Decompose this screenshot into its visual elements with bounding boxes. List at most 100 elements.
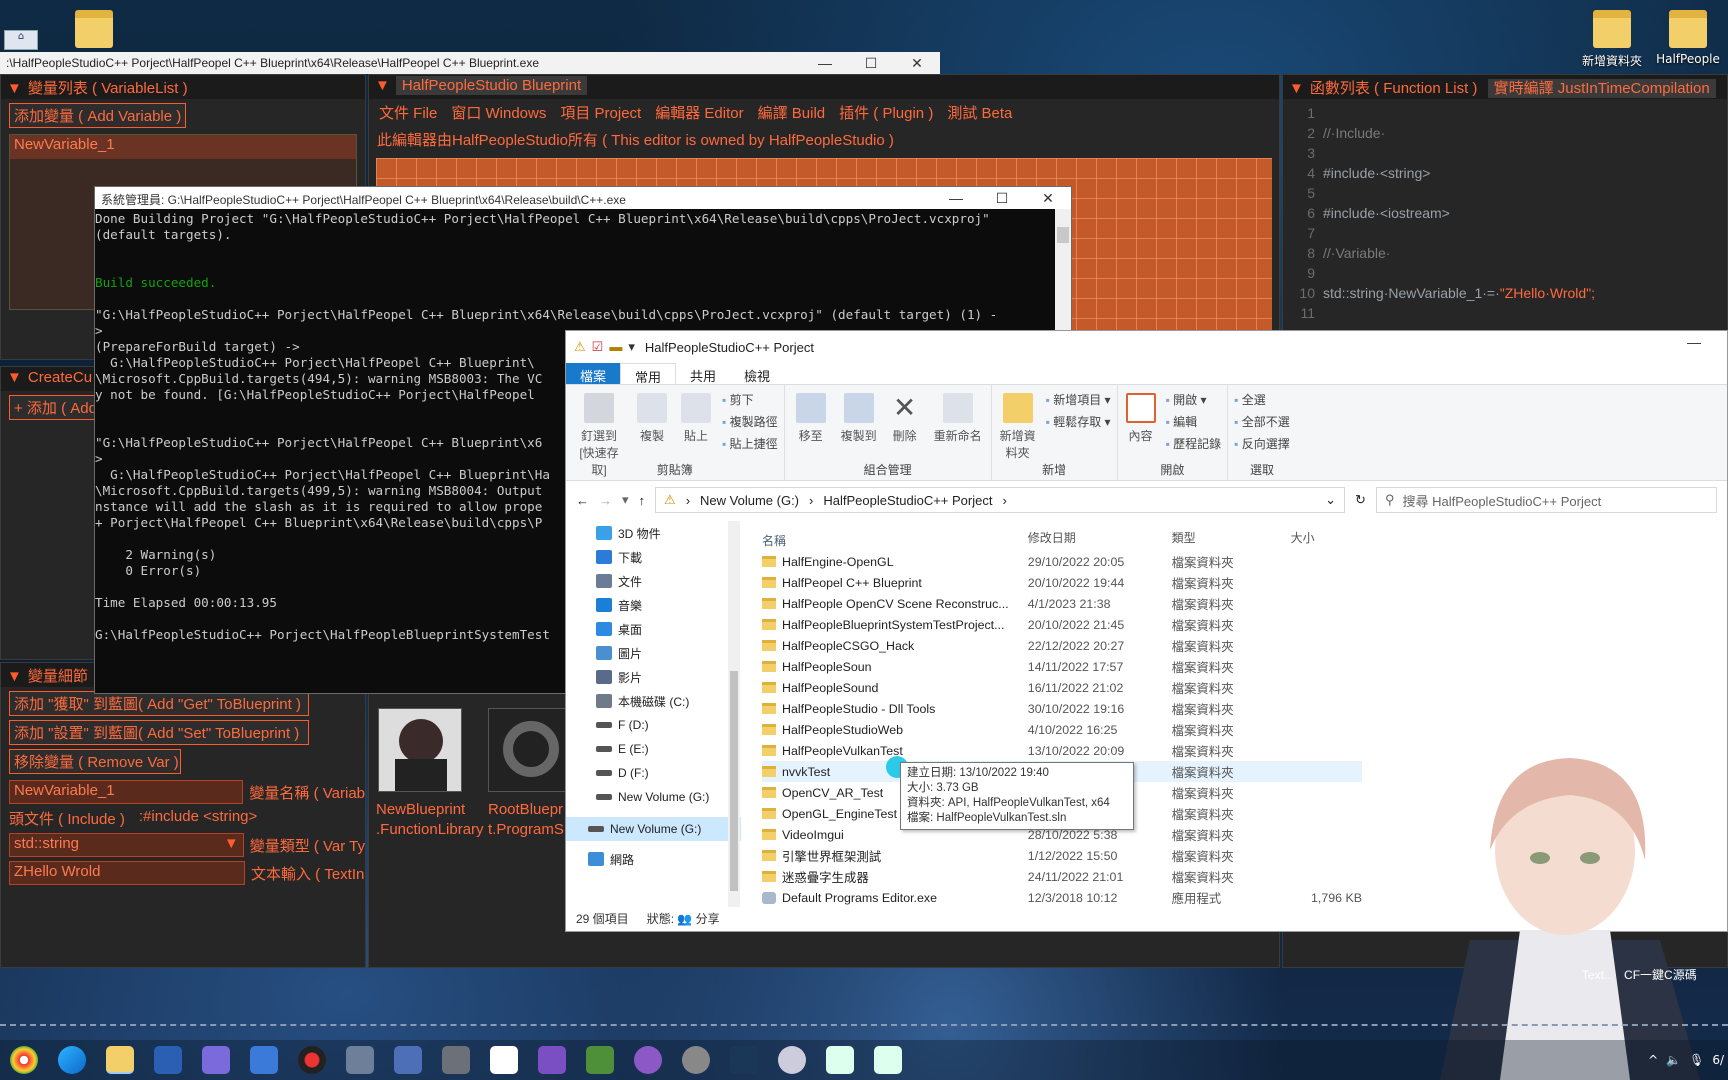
variable-name-input[interactable]: NewVariable_1 [9, 780, 244, 804]
folder-icon[interactable]: ▬ [609, 339, 622, 355]
nav-item[interactable]: 桌面 [566, 617, 741, 641]
asset-thumbnail-program[interactable] [488, 708, 572, 792]
steam-icon[interactable] [730, 1046, 758, 1074]
nav-item[interactable]: 文件 [566, 569, 741, 593]
menu-build[interactable]: 編譯 Build [758, 102, 826, 123]
menu-editor[interactable]: 編輯器 Editor [655, 102, 743, 123]
close-icon[interactable]: ✕ [894, 52, 940, 74]
chevron-up-icon[interactable]: ^ [1648, 1053, 1658, 1067]
game-icon[interactable] [634, 1046, 662, 1074]
copy-button[interactable]: 複製 [634, 389, 670, 462]
maximize-icon[interactable]: ☐ [1717, 331, 1728, 363]
menu-beta[interactable]: 測試 Beta [947, 102, 1012, 123]
maximize-icon[interactable]: ☐ [979, 187, 1025, 209]
explorer-titlebar[interactable]: ⚠ ☑ ▬ ▾ HalfPeopleStudioC++ Porject — ☐ [566, 331, 1727, 363]
add-set-button[interactable]: 添加 "設置" 到藍圖( Add "Set" ToBlueprint ) [9, 720, 309, 745]
file-explorer-icon[interactable] [106, 1046, 134, 1074]
chevron-down-icon[interactable]: ⌄ [1325, 492, 1336, 508]
close-icon[interactable]: ✕ [1025, 187, 1071, 209]
menu-project[interactable]: 項目 Project [560, 102, 641, 123]
column-header-size[interactable]: 大小 [1283, 529, 1362, 551]
pin-button[interactable]: 釘選到 [快速存取] [572, 389, 626, 477]
collapse-arrow-icon[interactable]: ▼ [375, 77, 390, 94]
minimize-icon[interactable]: — [933, 187, 979, 209]
recent-chevron-icon[interactable]: ▾ [622, 492, 629, 508]
tab-file[interactable]: 檔案 [566, 363, 621, 384]
refresh-icon[interactable]: ↻ [1355, 492, 1366, 508]
collapse-arrow-icon[interactable]: ▼ [7, 668, 22, 685]
minecraft-icon[interactable] [586, 1046, 614, 1074]
nav-item[interactable]: 3D 物件 [566, 521, 741, 545]
file-row[interactable]: HalfPeopleStudioWeb 4/10/2022 16:25 檔案資料夾 [762, 719, 1362, 740]
nav-item[interactable]: D (F:) [566, 761, 741, 785]
desktop-icon-halfpeople[interactable]: HalfPeople [1640, 4, 1728, 66]
code-line[interactable]: 6 #include·<iostream> [1283, 205, 1727, 225]
visual-studio-icon[interactable] [538, 1046, 566, 1074]
asset-thumbnail-character[interactable] [378, 708, 462, 792]
remove-variable-button[interactable]: 移除變量 ( Remove Var ) [9, 749, 181, 774]
window-app-icon[interactable] [826, 1046, 854, 1074]
nav-item[interactable]: 音樂 [566, 593, 741, 617]
scroll-thumb[interactable] [730, 671, 738, 891]
notepad-icon[interactable] [490, 1046, 518, 1074]
paint-icon[interactable] [202, 1046, 230, 1074]
nav-item[interactable]: 影片 [566, 665, 741, 689]
paste-button[interactable]: 貼上 [678, 389, 714, 462]
chrome-icon[interactable] [10, 1046, 38, 1074]
add-variable-button[interactable]: 添加變量 ( Add Variable ) [9, 103, 187, 128]
file-row[interactable]: HalfPeopleVulkanTest 13/10/2022 20:09 檔案資料… [762, 740, 1362, 761]
collapse-arrow-icon[interactable]: ▼ [7, 369, 22, 386]
tab-home[interactable]: 常用 [620, 363, 677, 385]
code-line[interactable]: 10 std::string·NewVariable_1·=· "ZHello·Wr… [1283, 285, 1727, 305]
file-row[interactable]: HalfPeopleSound 16/11/2022 21:02 檔案資料夾 [762, 677, 1362, 698]
nav-item[interactable]: 下載 [566, 545, 741, 569]
obs-icon[interactable] [778, 1046, 806, 1074]
variable-item[interactable]: NewVariable_1 [10, 135, 356, 159]
chevron-down-icon[interactable]: ▾ [628, 339, 635, 355]
tab-share[interactable]: 共用 [676, 363, 730, 384]
breadcrumb-drive[interactable]: New Volume (G:) [700, 493, 799, 508]
navigation-pane[interactable]: 3D 物件 下載 文件 音樂 桌面 圖片 影片 本機磁碟 (C:) F (D:) E (E:) D … [566, 521, 741, 907]
new-folder-button[interactable]: 新增資料夾 [998, 389, 1038, 462]
window-app-icon-2[interactable] [874, 1046, 902, 1074]
checkbox-icon[interactable]: ☑ [592, 339, 604, 355]
file-row[interactable]: 迷惑疊字生成器 24/11/2022 21:01 檔案資料夾 [762, 866, 1362, 887]
maximize-icon[interactable]: ☐ [848, 52, 894, 74]
code-line[interactable]: 9 [1283, 265, 1727, 285]
record-icon[interactable] [298, 1046, 326, 1074]
function-list-tab[interactable]: 函數列表 ( Function List ) [1310, 80, 1478, 97]
jit-compilation-tab[interactable]: 實時編譯 JustInTimeCompilation [1487, 79, 1716, 98]
rename-button[interactable]: 重新命名 [931, 389, 985, 462]
new-item-button[interactable]: 新增項目 ▾ [1046, 389, 1110, 411]
nav-item[interactable]: F (D:) [566, 713, 741, 737]
column-header-name[interactable]: 名稱 [762, 529, 1020, 551]
editor-tab[interactable]: HalfPeopleStudio Blueprint [395, 76, 588, 95]
code-line[interactable]: 3 [1283, 145, 1727, 165]
nav-item[interactable]: E (E:) [566, 737, 741, 761]
file-row[interactable]: HalfEngine-OpenGL 29/10/2022 20:05 檔案資料夾 [762, 551, 1362, 572]
nav-item[interactable]: New Volume (G:) [566, 785, 741, 809]
cut-button[interactable]: 剪下 [722, 389, 778, 411]
menu-file[interactable]: 文件 File [379, 102, 437, 123]
up-arrow-icon[interactable]: ↑ [639, 493, 646, 508]
column-header-type[interactable]: 類型 [1164, 529, 1283, 551]
file-row[interactable]: HalfPeopleBlueprintSystemTestProject... 2… [762, 614, 1362, 635]
console-titlebar[interactable]: 系統管理員: G:\HalfPeopleStudioC++ Porject\Ha… [95, 187, 1071, 209]
microphone-icon[interactable]: 🎙 [1689, 1053, 1704, 1067]
speaker-icon[interactable]: 🔈 [1666, 1053, 1681, 1067]
easy-access-button[interactable]: 輕鬆存取 ▾ [1046, 411, 1110, 433]
file-row[interactable]: HalfPeopel C++ Blueprint 20/10/2022 19:44… [762, 572, 1362, 593]
mail-icon[interactable] [250, 1046, 278, 1074]
nav-scrollbar[interactable] [728, 521, 740, 907]
minimize-icon[interactable]: — [802, 52, 848, 74]
variable-type-select[interactable]: std::string ▼ [9, 833, 244, 857]
store-icon[interactable] [154, 1046, 182, 1074]
address-bar[interactable]: ⚠ › New Volume (G:) › HalfPeopleStudioC+… [655, 487, 1346, 513]
tool-icon[interactable] [346, 1046, 374, 1074]
file-row[interactable]: 引擎世界框架測試 1/12/2022 15:50 檔案資料夾 [762, 845, 1362, 866]
collapse-arrow-icon[interactable]: ▼ [1289, 80, 1304, 97]
collapse-arrow-icon[interactable]: ▼ [7, 80, 22, 97]
menu-windows[interactable]: 窗口 Windows [451, 102, 546, 123]
nav-item[interactable]: New Volume (G:) [566, 817, 741, 841]
scroll-thumb[interactable] [1057, 227, 1069, 243]
